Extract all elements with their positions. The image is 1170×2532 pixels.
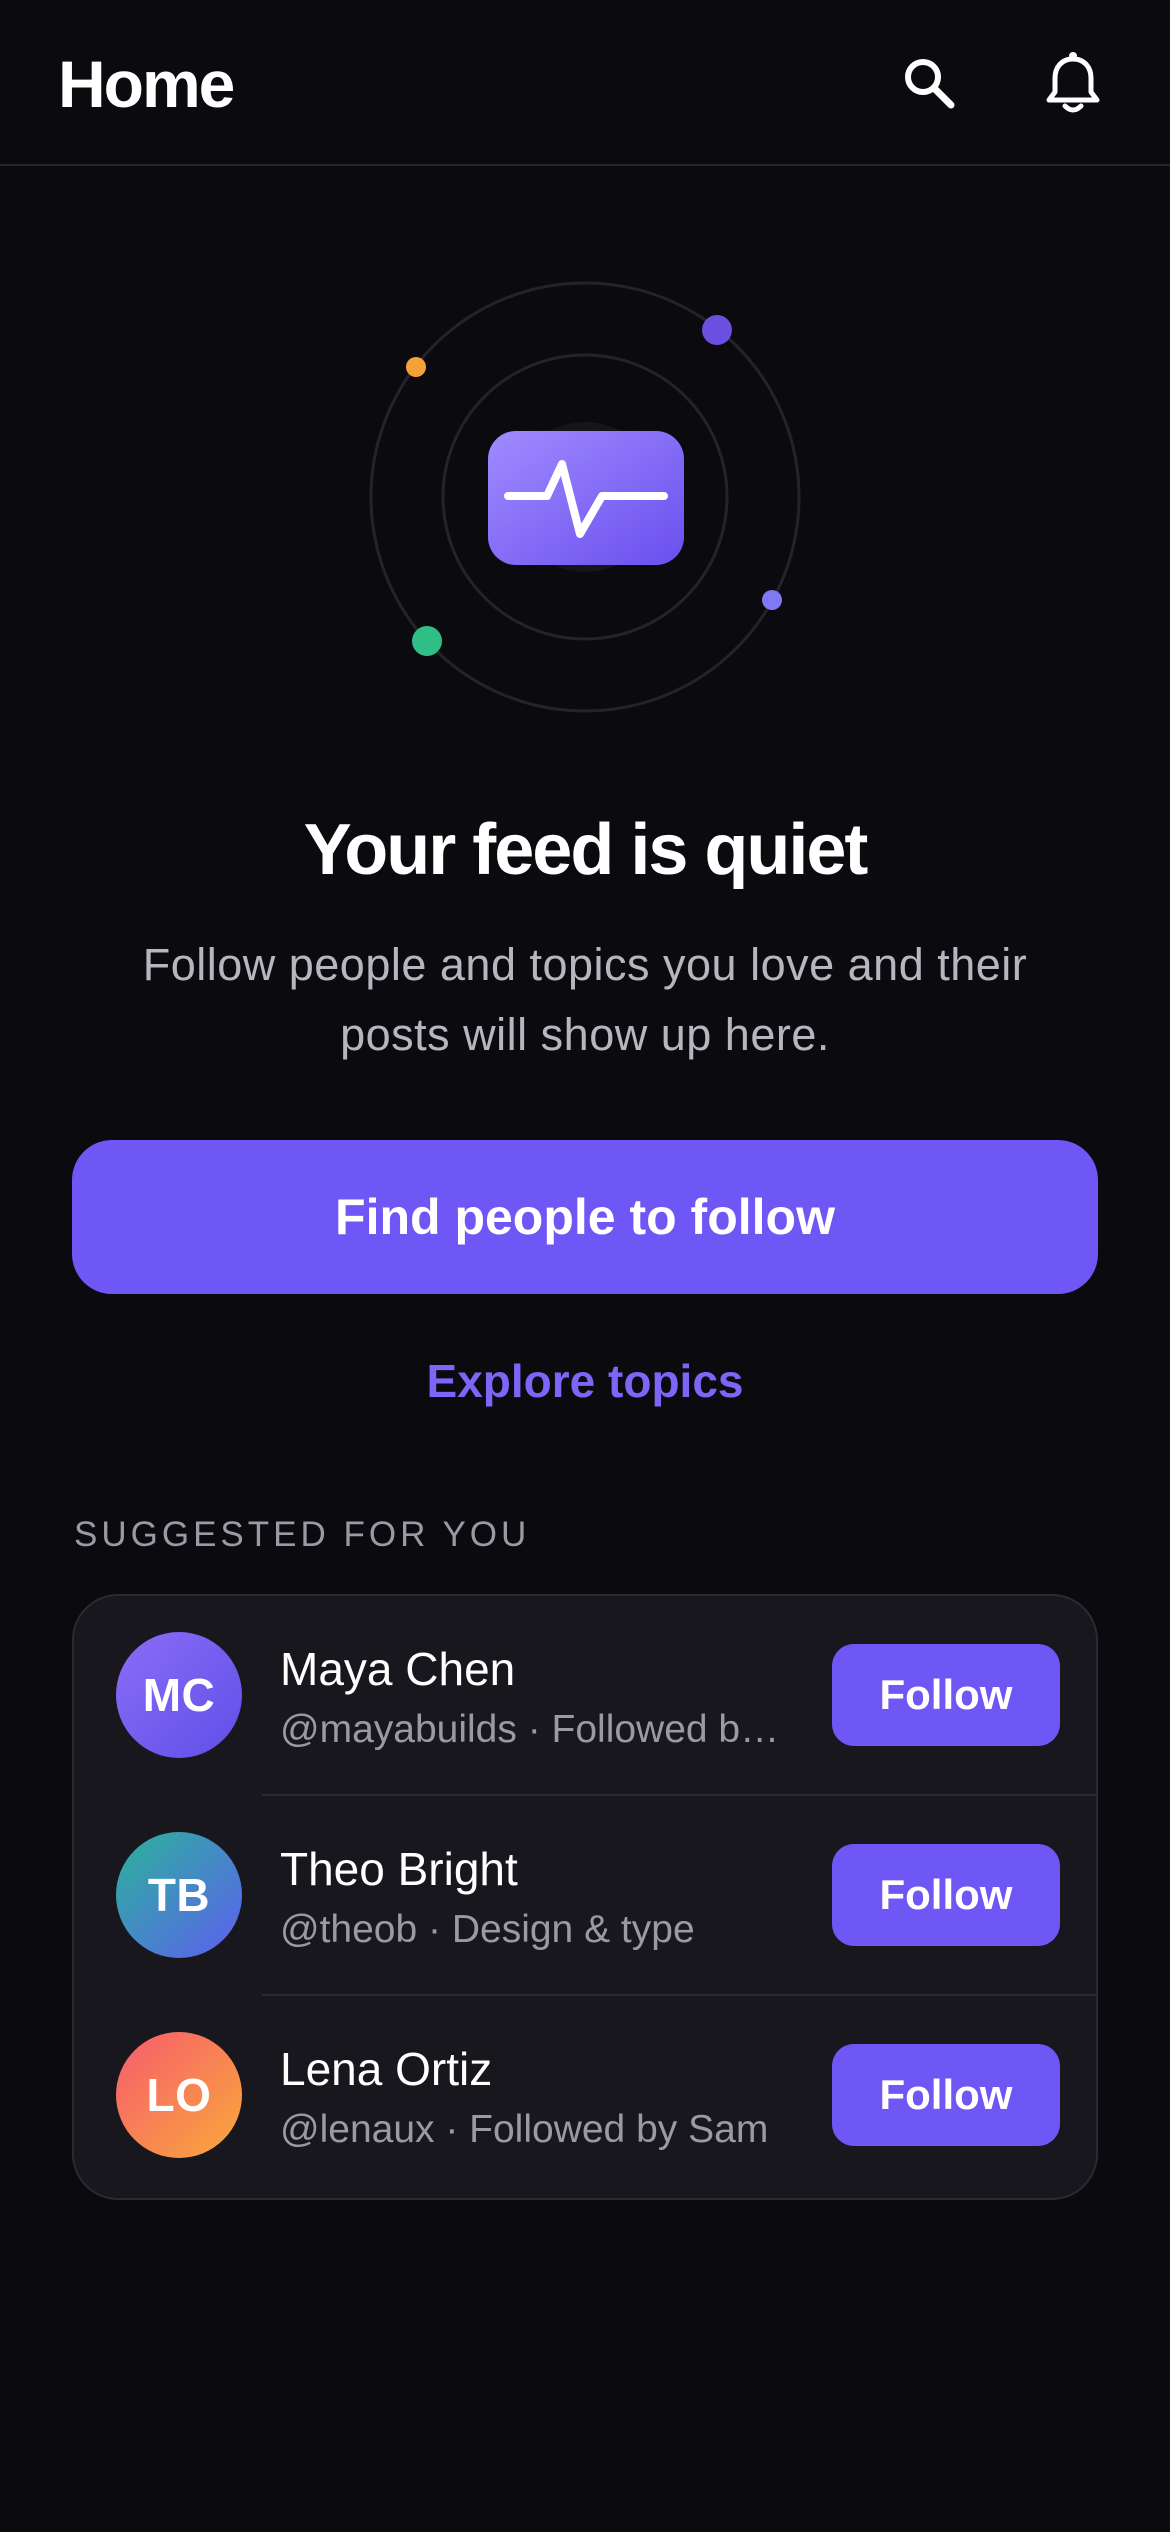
- list-item[interactable]: LO Lena Ortiz @lenaux · Followed by Sam …: [74, 1996, 1096, 2196]
- suggested-section-label: SUGGESTED FOR YOU: [74, 1515, 531, 1554]
- empty-state-subtitle-line: Follow people and topics you love and th…: [142, 939, 1028, 990]
- person-name: Lena Ortiz: [280, 2043, 493, 2095]
- find-people-button[interactable]: Find people to follow: [72, 1140, 1098, 1294]
- follow-button[interactable]: Follow: [832, 1644, 1060, 1746]
- empty-state-subtitle-line: posts will show up here.: [340, 1009, 830, 1060]
- person-meta: @theob · Design & type: [280, 1908, 695, 1951]
- follow-button[interactable]: Follow: [832, 2044, 1060, 2146]
- person-name: Maya Chen: [280, 1643, 516, 1695]
- person-name: Theo Bright: [280, 1843, 518, 1895]
- person-meta: @mayabuilds · Followed by Sam: [280, 1708, 790, 1751]
- list-item[interactable]: MC Maya Chen @mayabuilds · Followed by S…: [74, 1596, 1096, 1796]
- orbit-dot-purple: [702, 315, 732, 345]
- home-screen: Home Your feed is quiet Follow people an…: [0, 0, 1170, 2532]
- explore-topics-link[interactable]: Explore topics: [0, 1350, 1170, 1412]
- suggested-people-card: MC Maya Chen @mayabuilds · Followed by S…: [72, 1594, 1098, 2200]
- person-meta: @lenaux · Followed by Sam: [280, 2108, 769, 2151]
- avatar: MC: [116, 1632, 242, 1758]
- orbit-dot-green: [412, 626, 442, 656]
- empty-feed-illustration: [362, 280, 808, 726]
- notifications-button[interactable]: [1028, 38, 1118, 128]
- search-button[interactable]: [884, 38, 974, 128]
- empty-state-subtitle: Follow people and topics you love and th…: [90, 930, 1080, 1070]
- avatar: TB: [116, 1832, 242, 1958]
- avatar: LO: [116, 2032, 242, 2158]
- orbit-dot-orange: [406, 357, 426, 377]
- empty-state-title: Your feed is quiet: [303, 810, 869, 890]
- page-title: Home: [58, 47, 235, 121]
- list-item[interactable]: TB Theo Bright @theob · Design & type Fo…: [74, 1796, 1096, 1996]
- orbit-dot-violet: [762, 590, 782, 610]
- top-bar: Home: [0, 0, 1170, 166]
- search-icon: [905, 59, 955, 109]
- bell-icon: [1046, 52, 1100, 113]
- follow-button[interactable]: Follow: [832, 1844, 1060, 1946]
